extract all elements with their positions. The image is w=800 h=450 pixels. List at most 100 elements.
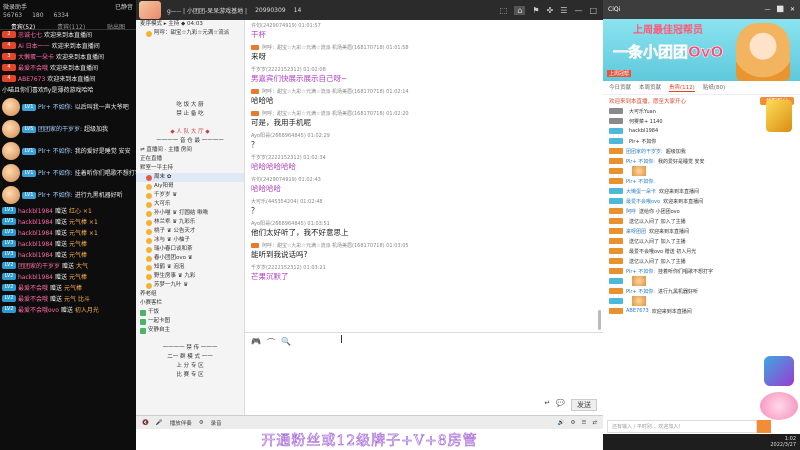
channel-tree-row[interactable]: 一一一一 禁 传 一一一 bbox=[136, 344, 244, 353]
chat-bubble-icon[interactable]: 💬 bbox=[556, 399, 565, 411]
channel-tree-row[interactable]: 比 赛 专 区 bbox=[136, 371, 244, 380]
right-username[interactable]: Plr+ 不如你: bbox=[626, 288, 655, 295]
left-username[interactable]: 最爱不会哦 bbox=[18, 295, 48, 304]
channel-tree-row[interactable]: 苏梦一九叶 ♛ bbox=[136, 281, 244, 290]
record-button[interactable]: 录音 bbox=[211, 419, 222, 427]
left-username[interactable]: hackbl1984 bbox=[18, 251, 53, 260]
home-icon[interactable]: ⌂ bbox=[514, 5, 526, 15]
speaker-icon[interactable]: 🔊 bbox=[558, 420, 565, 426]
channel-tree-row[interactable]: 冰与 ♛ 小柚子 bbox=[136, 236, 244, 245]
channel-tree-row[interactable]: 一起卡图 bbox=[136, 317, 244, 326]
channel-tree-row[interactable] bbox=[136, 335, 244, 344]
right-chat-input[interactable]: 还有输入 / 平时别... 欢迎加入！ bbox=[607, 420, 757, 433]
right-username[interactable]: Plr+ 不如你: bbox=[626, 268, 655, 275]
left-username[interactable]: Plr+ 不如你: bbox=[38, 147, 73, 156]
chat-sender[interactable]: Ayo阳哥(2668964845) 01:03:51 bbox=[251, 220, 330, 227]
menu-icon[interactable]: ☰ bbox=[581, 420, 586, 426]
channel-tree-row[interactable]: ◆ 人 队 大 厅 ◆ bbox=[136, 128, 244, 137]
left-username[interactable]: Plr+ 不如你: bbox=[38, 169, 73, 178]
minimize-icon[interactable]: — bbox=[574, 6, 582, 15]
channel-tree-row[interactable]: 正在直播 bbox=[136, 155, 244, 164]
chat-sender[interactable]: Ayo阳哥(2668964845) 01:02:29 bbox=[251, 132, 330, 139]
right-username[interactable]: 最爱不会哦ovo bbox=[626, 198, 660, 205]
settings-icon[interactable]: ⚙ bbox=[199, 420, 204, 426]
left-username[interactable]: Plr+ 不如你: bbox=[38, 103, 73, 112]
left-username[interactable]: hackbl1984 bbox=[18, 207, 53, 216]
left-username[interactable]: 最爱不会哦 bbox=[18, 64, 48, 73]
left-username[interactable]: ABE7673 bbox=[18, 75, 45, 84]
channel-tree-row[interactable]: 一一一一 音 仓 最 一一一一 bbox=[136, 137, 244, 146]
chat-sender[interactable]: 千岁岁(2222152312) 01:03:21 bbox=[251, 264, 326, 271]
right-username[interactable]: 大懒蛋一朵卡 bbox=[626, 188, 656, 195]
channel-tree-row[interactable]: 阿呼：甜宝☆九彩☆元满☆流派 bbox=[136, 29, 244, 38]
tab-week[interactable]: 本周贡献 bbox=[639, 83, 661, 92]
maximize-icon[interactable]: □ bbox=[589, 6, 597, 15]
mute-icon[interactable]: 🔇 bbox=[142, 420, 149, 426]
channel-tree-row[interactable] bbox=[136, 119, 244, 128]
channel-tree-row[interactable]: 安静自主 bbox=[136, 326, 244, 335]
left-username[interactable]: hackbl1984 bbox=[18, 218, 53, 227]
left-tab[interactable]: 贵宾(112) bbox=[57, 22, 85, 31]
channel-tree-row[interactable]: 禁 止 备 吃 bbox=[136, 110, 244, 119]
channel-tree-row[interactable]: 养老组 bbox=[136, 290, 244, 299]
enter-icon[interactable]: ↵ bbox=[544, 399, 550, 411]
chat-sender[interactable]: 阿呼：甜宝☆九彩☆元满☆流派 机场美眉(168170718) 01:02:14 bbox=[262, 88, 409, 95]
send-button[interactable]: 发送 bbox=[571, 399, 597, 411]
tab-vip[interactable]: 贵宾(112) bbox=[669, 83, 695, 92]
chat-sender[interactable]: 阿呼：甜宝☆九彩☆元满☆流派 机场美眉(168170718) 01:01:58 bbox=[262, 44, 409, 51]
left-username[interactable]: 忠诚七七 bbox=[18, 31, 42, 40]
left-username[interactable]: Plr+ 不如你: bbox=[38, 191, 73, 200]
maximize-icon[interactable]: ⬜ bbox=[776, 6, 783, 13]
right-username[interactable]: Plr+ 不如你: bbox=[626, 158, 655, 165]
channel-tree-row[interactable]: Aiy阳哥 bbox=[136, 182, 244, 191]
right-username[interactable]: ABE7673 bbox=[626, 308, 649, 314]
left-username[interactable]: 最爱不会哦 bbox=[18, 284, 48, 293]
gamepad-icon[interactable]: ✜ bbox=[547, 6, 554, 15]
channel-tree-row[interactable] bbox=[136, 83, 244, 92]
left-username[interactable]: 大懒蛋一朵卡 bbox=[18, 53, 54, 62]
channel-tree-row[interactable]: ⇌ 直播间 · 主播 房间 bbox=[136, 146, 244, 155]
minimize-icon[interactable]: — bbox=[764, 6, 770, 13]
left-username[interactable]: Ai 日本一一 bbox=[18, 42, 50, 51]
chat-sender[interactable]: 许句(2429074919) 01:02:43 bbox=[251, 176, 321, 183]
search-icon[interactable]: 🔍 bbox=[281, 337, 291, 348]
channel-tree-row[interactable]: 二一 群 模 式 一一 bbox=[136, 353, 244, 362]
gear-icon[interactable]: ⚙ bbox=[571, 420, 576, 426]
left-tab[interactable]: 贴出图 bbox=[107, 22, 125, 31]
right-send-button[interactable] bbox=[757, 420, 771, 433]
gamepad-icon[interactable]: 🎮 bbox=[251, 337, 261, 348]
channel-tree-row[interactable]: 林兰乖 ♛ 九彩乐 bbox=[136, 218, 244, 227]
left-username[interactable]: hackbl1984 bbox=[18, 229, 53, 238]
right-username[interactable]: 阿呼 bbox=[626, 208, 636, 215]
channel-tree-row[interactable]: 大可乐 bbox=[136, 200, 244, 209]
right-username[interactable]: 团团家的干岁岁: bbox=[626, 148, 663, 155]
chat-scrollbar[interactable] bbox=[598, 310, 601, 330]
gold-badge-image[interactable] bbox=[766, 100, 792, 132]
right-username[interactable]: Plr+ 不如你: bbox=[626, 178, 655, 185]
channel-tree-row[interactable]: 春小团团ovo ♛ bbox=[136, 254, 244, 263]
channel-tree-row[interactable]: 干饭 bbox=[136, 308, 244, 317]
chat-sender[interactable]: 千岁岁(2222152312) 01:02:34 bbox=[251, 154, 326, 161]
play-accompaniment-button[interactable]: 播放伴奏 bbox=[170, 419, 192, 427]
channel-tree-row[interactable]: 孙小喵 ♛ 打圆结 啾啾 bbox=[136, 209, 244, 218]
message-input-area[interactable]: 🎮 ⌒ 🔍 ↵ 💬 发送 bbox=[245, 332, 603, 415]
record-icon[interactable]: ⬚ bbox=[500, 6, 508, 15]
chat-sender[interactable]: 大可乐(445354204) 01:02:48 bbox=[251, 198, 323, 205]
channel-tree-row[interactable]: 桃子 ♛ 公告天才 bbox=[136, 227, 244, 236]
chat-sender[interactable]: 阿呼：甜宝☆九彩☆元满☆流派 机场美眉(168170718) 01:02:20 bbox=[262, 110, 409, 117]
channel-tree-row[interactable]: 知鹤 ♛ 泡泡 bbox=[136, 263, 244, 272]
channel-tree-row[interactable] bbox=[136, 47, 244, 56]
left-tab[interactable]: 贵宾(52) bbox=[11, 22, 35, 31]
chat-sender[interactable]: 千岁岁(2222152312) 01:02:08 bbox=[251, 66, 326, 73]
left-username[interactable]: 团团家的干岁岁: bbox=[38, 125, 82, 134]
channel-tree-row[interactable] bbox=[136, 74, 244, 83]
tab-today[interactable]: 今日贡献 bbox=[609, 83, 631, 92]
channel-tree-row[interactable]: 周末 ✿ bbox=[136, 173, 244, 182]
game-icon[interactable]: ⚑ bbox=[532, 6, 539, 15]
left-mute-label[interactable]: 已静音 bbox=[115, 2, 133, 11]
channel-tree-row[interactable]: 默室一平主持 bbox=[136, 164, 244, 173]
chat-sender[interactable]: 许句(2429074919) 01:01:57 bbox=[251, 22, 321, 29]
left-username[interactable]: hackbl1984 bbox=[18, 273, 53, 282]
left-username[interactable]: 团团家的干岁岁 bbox=[18, 262, 60, 271]
left-username[interactable]: 最爱不会哦ovo bbox=[18, 306, 59, 315]
